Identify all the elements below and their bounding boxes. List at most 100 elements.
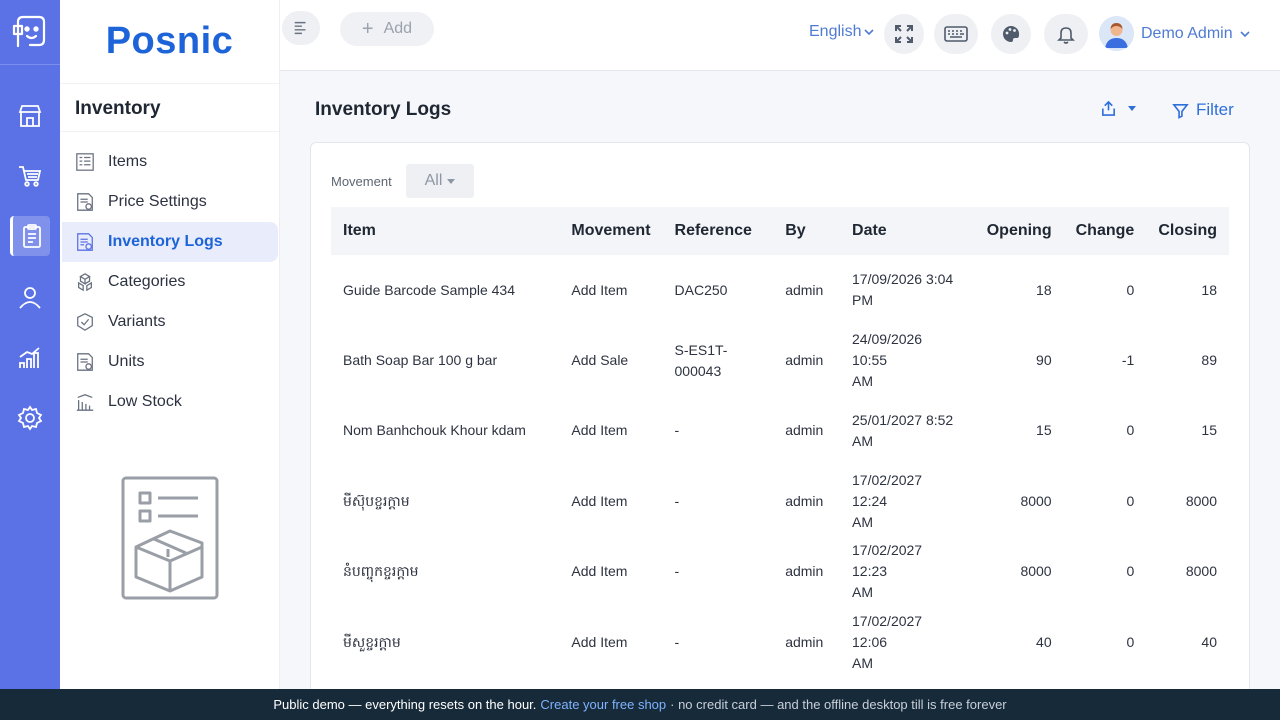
- chevron-down-icon: [864, 29, 875, 36]
- cell-opening: 15: [1036, 422, 1052, 439]
- theme-button[interactable]: [991, 14, 1031, 54]
- filter-icon: [1172, 103, 1189, 119]
- sidebar-item-low-stock[interactable]: Low Stock: [62, 382, 278, 422]
- cell-reference: S-ES1T- 000043: [674, 341, 728, 379]
- rail-users[interactable]: [10, 277, 50, 317]
- column-header-closing[interactable]: Closing: [1146, 207, 1229, 255]
- cell-item: នំបញ្ចុកខ្ចរក្ដាម: [343, 563, 419, 580]
- cell-movement: Add Item: [571, 422, 628, 439]
- price-settings-icon: [74, 191, 96, 213]
- column-header-reference[interactable]: Reference: [662, 207, 774, 255]
- icon-rail: [0, 0, 60, 689]
- gear-icon: [17, 405, 43, 431]
- cell-change: 0: [1126, 492, 1135, 509]
- cell-item: មីសួខ្ចរក្ដាម: [343, 633, 401, 650]
- user-icon: [19, 287, 41, 309]
- cell-closing: 15: [1201, 422, 1217, 439]
- cell-change: -1: [1121, 352, 1135, 369]
- add-button[interactable]: + Add: [340, 12, 434, 46]
- column-header-opening[interactable]: Opening: [968, 207, 1064, 255]
- export-button[interactable]: [1100, 100, 1136, 117]
- filter-button[interactable]: Filter: [1172, 100, 1234, 120]
- cell-closing: 40: [1201, 633, 1217, 650]
- notifications-button[interactable]: [1044, 14, 1088, 54]
- sidebar-item-label: Units: [108, 353, 145, 370]
- cell-closing: 8000: [1185, 492, 1217, 509]
- sidebar-item-label: Variants: [108, 313, 166, 330]
- keyboard-button[interactable]: [934, 14, 978, 54]
- app-logo-icon[interactable]: [10, 12, 50, 52]
- items-list-icon: [74, 151, 96, 173]
- cell-reference: -: [674, 633, 680, 650]
- cell-change: 0: [1126, 422, 1135, 439]
- demo-banner: Public demo — everything resets on the h…: [0, 689, 1280, 720]
- column-header-change[interactable]: Change: [1063, 207, 1147, 255]
- categories-icon: [74, 271, 96, 293]
- cell-opening: 8000: [1020, 563, 1052, 580]
- sidebar-item-label: Categories: [108, 273, 186, 290]
- cell-by: admin: [785, 563, 824, 580]
- table-row[interactable]: នំបញ្ចុកខ្ចរក្ដាម Add Item - admin 17/02…: [331, 537, 1229, 607]
- rail-cart[interactable]: [10, 156, 50, 196]
- cell-closing: 18: [1201, 281, 1217, 298]
- cell-by: admin: [785, 352, 824, 369]
- sidebar-item-variants[interactable]: Variants: [62, 302, 278, 342]
- rail-store[interactable]: [10, 96, 50, 136]
- rail-inventory[interactable]: [10, 216, 50, 256]
- user-menu[interactable]: Demo Admin: [1099, 16, 1250, 51]
- table-row[interactable]: Bath Soap Bar 100 g bar Add Sale S-ES1T-…: [331, 325, 1229, 395]
- avatar: [1099, 16, 1134, 51]
- table-row[interactable]: មីសួខ្ចរក្ដាម Add Item - admin 17/02/202…: [331, 607, 1229, 677]
- cell-reference: -: [674, 492, 680, 509]
- cell-date: 17/02/2027 12:23 AM: [852, 542, 923, 601]
- cell-item: Nom Banhchouk Khour kdam: [343, 422, 526, 439]
- add-button-label: Add: [383, 20, 413, 37]
- column-header-movement[interactable]: Movement: [559, 207, 663, 255]
- cell-reference: -: [674, 422, 680, 439]
- store-icon: [18, 105, 42, 127]
- variants-icon: [74, 311, 96, 333]
- keyboard-icon: [944, 26, 968, 42]
- cell-opening: 8000: [1020, 492, 1052, 509]
- fullscreen-button[interactable]: [884, 14, 924, 54]
- column-header-by[interactable]: By: [773, 207, 841, 255]
- cell-by: admin: [785, 633, 824, 650]
- menu-toggle-button[interactable]: [282, 11, 320, 45]
- cart-icon: [19, 166, 42, 187]
- table-header-row: Item Movement Reference By Date Opening …: [331, 207, 1229, 255]
- inventory-logs-table: Item Movement Reference By Date Opening …: [331, 207, 1229, 677]
- sidebar-item-categories[interactable]: Categories: [62, 262, 278, 302]
- cell-date: 17/02/2027 12:06 AM: [852, 612, 923, 671]
- rail-reports[interactable]: [10, 338, 50, 378]
- sidebar: Posnic Inventory Items Price Settings In…: [60, 0, 280, 689]
- table-row[interactable]: Nom Banhchouk Khour kdam Add Item - admi…: [331, 396, 1229, 466]
- sidebar-item-label: Low Stock: [108, 393, 182, 410]
- align-left-icon: [294, 21, 306, 35]
- filter-label: Filter: [1196, 100, 1234, 119]
- cell-change: 0: [1126, 633, 1135, 650]
- create-shop-link[interactable]: Create your free shop: [540, 697, 666, 712]
- rail-settings[interactable]: [10, 398, 50, 438]
- inventory-logs-card: Movement All Item Movement Reference By …: [310, 142, 1250, 702]
- cell-movement: Add Item: [571, 281, 628, 298]
- column-header-item[interactable]: Item: [331, 207, 560, 255]
- inventory-logs-icon: [74, 231, 96, 253]
- movement-filter-select[interactable]: All: [406, 164, 474, 198]
- palette-icon: [1003, 25, 1020, 42]
- sidebar-item-inventory-logs[interactable]: Inventory Logs: [62, 222, 278, 262]
- brand-logo[interactable]: Posnic: [60, 0, 279, 84]
- table-row[interactable]: Guide Barcode Sample 434 Add Item DAC250…: [331, 255, 1229, 325]
- sidebar-item-label: Items: [108, 153, 148, 170]
- sidebar-item-label: Inventory Logs: [108, 233, 223, 250]
- sidebar-item-units[interactable]: Units: [62, 342, 278, 382]
- cell-by: admin: [785, 492, 824, 509]
- sidebar-item-items[interactable]: Items: [62, 142, 278, 182]
- sidebar-item-price-settings[interactable]: Price Settings: [62, 182, 278, 222]
- caret-down-icon: [447, 178, 456, 184]
- column-header-date[interactable]: Date: [840, 207, 969, 255]
- table-row[interactable]: មីស៊ុបខ្ចរក្ដាម Add Item - admin 17/02/2…: [331, 466, 1229, 536]
- cell-movement: Add Item: [571, 563, 628, 580]
- language-select[interactable]: English: [809, 23, 875, 41]
- language-label: English: [809, 23, 862, 40]
- cell-closing: 8000: [1185, 563, 1217, 580]
